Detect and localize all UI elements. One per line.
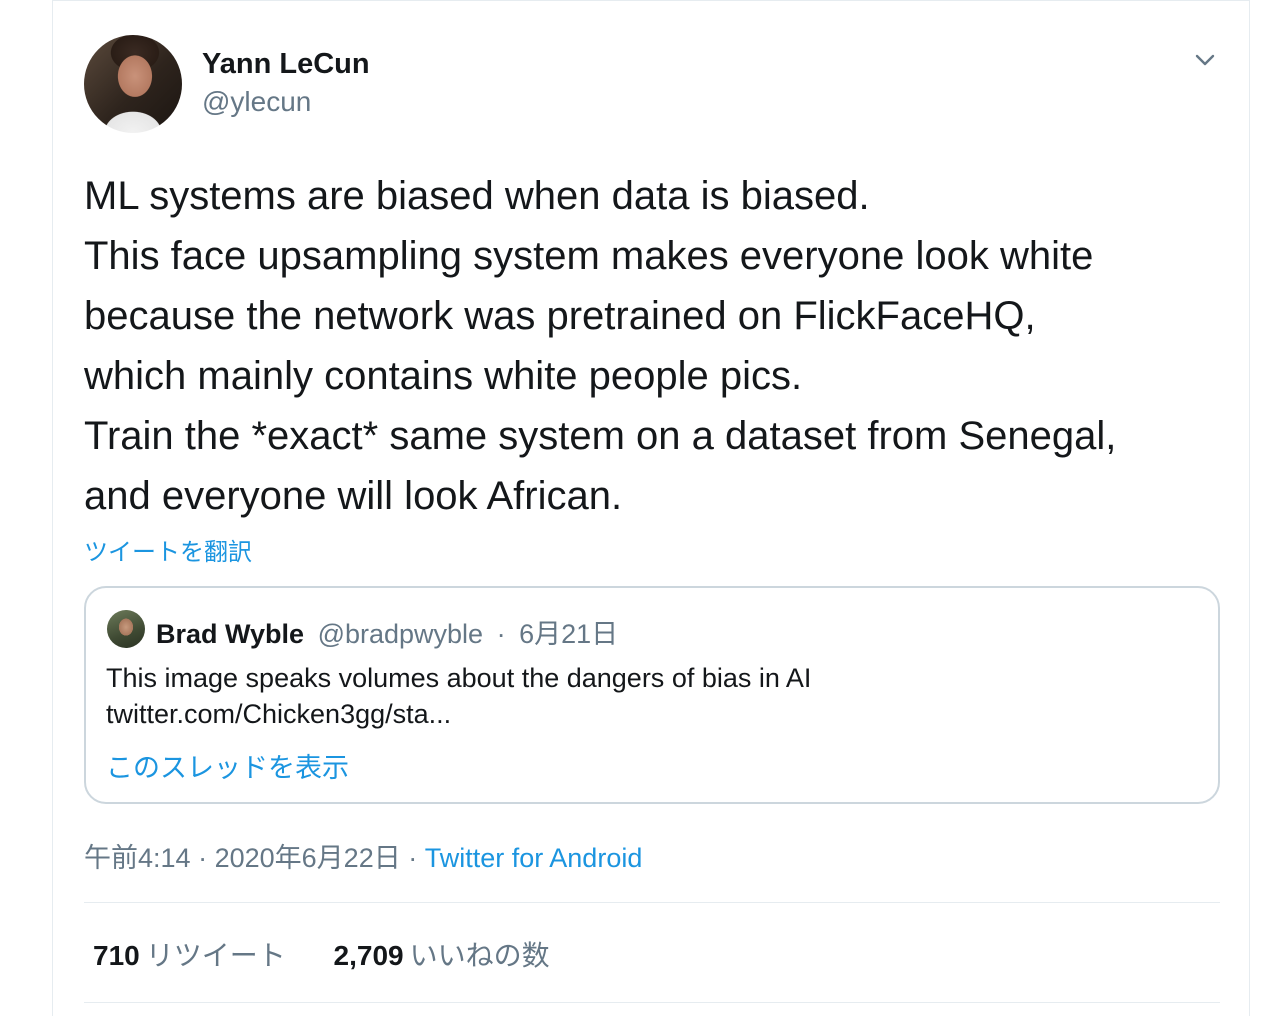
tweet-text-line: and everyone will look African. [84, 474, 623, 518]
quoted-author-avatar [107, 610, 145, 648]
tweet-time[interactable]: 午前4:14 [84, 843, 191, 873]
likes-count: 2,709 [333, 940, 404, 971]
tweet-text-line: This face upsampling system makes everyo… [84, 234, 1094, 278]
timestamp-separator: · [408, 843, 418, 873]
tweet-text-line: because the network was pretrained on Fl… [84, 294, 1036, 338]
quoted-author-handle: @bradpwyble [317, 619, 484, 649]
retweets-stat[interactable]: 710 リツイート [93, 934, 286, 974]
quoted-author-name: Brad Wyble [156, 619, 305, 649]
divider [84, 902, 1220, 903]
retweets-count: 710 [93, 940, 140, 971]
author-name[interactable]: Yann LeCun [202, 48, 370, 81]
divider [84, 1002, 1220, 1003]
quoted-separator: · [496, 619, 506, 649]
translate-tweet-link[interactable]: ツイートを翻訳 [84, 532, 252, 567]
likes-stat[interactable]: 2,709 いいねの数 [334, 934, 550, 974]
author-avatar[interactable] [84, 35, 182, 133]
quoted-date: 6月21日 [519, 619, 619, 649]
likes-label: いいねの数 [409, 940, 550, 971]
show-thread-link[interactable]: このスレッドを表示 [106, 746, 349, 785]
quoted-tweet-text: This image speaks volumes about the dang… [106, 660, 811, 732]
chevron-down-icon[interactable] [1190, 48, 1220, 72]
tweet-source-link[interactable]: Twitter for Android [425, 843, 643, 873]
quoted-text-line: This image speaks volumes about the dang… [106, 663, 812, 693]
quoted-link-text: twitter.com/Chicken3gg/sta... [106, 699, 452, 729]
tweet-stats: 710 リツイート 2,709 いいねの数 [93, 934, 590, 974]
tweet-text: ML systems are biased when data is biase… [84, 166, 1234, 526]
quoted-tweet-header: Brad Wyble @bradpwyble · 6月21日 [156, 612, 618, 651]
tweet-date[interactable]: 2020年6月22日 [215, 843, 401, 873]
author-handle[interactable]: @ylecun [202, 86, 311, 118]
tweet-text-line: which mainly contains white people pics. [84, 354, 803, 398]
timestamp-separator: · [198, 843, 208, 873]
retweets-label: リツイート [145, 940, 286, 971]
tweet-text-line: Train the *exact* same system on a datas… [84, 414, 1117, 458]
tweet-timestamp: 午前4:14 · 2020年6月22日 · Twitter for Androi… [84, 836, 642, 875]
quoted-tweet[interactable]: Brad Wyble @bradpwyble · 6月21日 This imag… [84, 586, 1220, 804]
tweet-text-line: ML systems are biased when data is biase… [84, 174, 870, 218]
